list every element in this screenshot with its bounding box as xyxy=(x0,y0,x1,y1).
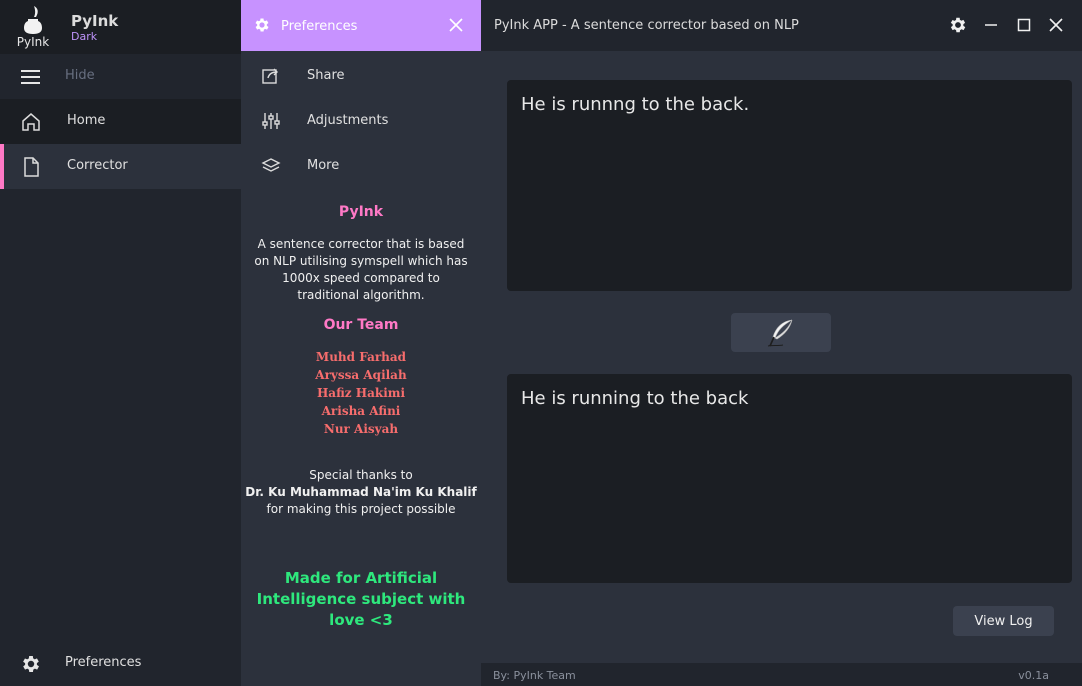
minimize-icon xyxy=(985,24,997,26)
gear-icon xyxy=(253,16,271,38)
version-label: v0.1a xyxy=(1018,669,1049,682)
preferences-panel: Preferences Share Adjustments More PyInk… xyxy=(241,0,481,686)
preferences-item-adjustments[interactable]: Adjustments xyxy=(241,99,481,144)
preferences-label: Preferences xyxy=(65,655,142,670)
sidebar-item-preferences[interactable]: Preferences xyxy=(0,641,241,686)
app-name: PyInk xyxy=(71,12,119,30)
preferences-item-share[interactable]: Share xyxy=(241,54,481,99)
maximize-icon xyxy=(1017,18,1031,32)
close-icon xyxy=(449,18,463,32)
team-title: Our Team xyxy=(323,317,399,333)
quill-icon xyxy=(767,319,793,347)
app-logo: PyInk xyxy=(14,5,52,49)
close-icon xyxy=(1049,18,1063,32)
window-title-bar: PyInk APP - A sentence corrector based o… xyxy=(481,0,1082,51)
sidebar-item-label: Corrector xyxy=(67,158,128,173)
sliders-icon xyxy=(261,111,281,135)
active-indicator xyxy=(0,144,4,189)
about-description: A sentence corrector that is based on NL… xyxy=(254,237,468,302)
settings-button[interactable] xyxy=(948,15,968,35)
hide-label: Hide xyxy=(65,68,95,83)
thanks-suffix: for making this project possible xyxy=(266,502,456,516)
sidebar-item-label: Home xyxy=(67,113,106,128)
maximize-button[interactable] xyxy=(1014,15,1034,35)
window-title: PyInk APP - A sentence corrector based o… xyxy=(494,18,799,33)
view-log-button[interactable]: View Log xyxy=(953,606,1054,636)
close-preferences-button[interactable] xyxy=(446,15,466,35)
close-window-button[interactable] xyxy=(1046,15,1066,35)
file-icon xyxy=(20,156,42,178)
input-text: He is runnng to the back. xyxy=(521,94,750,115)
input-text-area[interactable]: He is runnng to the back. xyxy=(507,80,1072,291)
output-text: He is running to the back xyxy=(521,388,749,409)
made-for-note: Made for Artificial Intelligence subject… xyxy=(256,569,466,629)
ink-bottle-icon xyxy=(24,6,42,34)
preferences-header: Preferences xyxy=(241,0,481,51)
sidebar-item-corrector[interactable]: Corrector xyxy=(0,144,241,189)
team-member: Hafiz Hakimi xyxy=(316,386,406,400)
team-member: Aryssa Aqilah xyxy=(315,368,407,382)
preferences-item-label: Adjustments xyxy=(307,113,389,128)
special-thanks: Special thanks to Dr. Ku Muhammad Na'im … xyxy=(241,467,481,518)
team-member: Nur Aisyah xyxy=(323,422,399,436)
preferences-item-more[interactable]: More xyxy=(241,144,481,189)
team-member: Arisha Afini xyxy=(321,404,401,418)
hamburger-menu-icon xyxy=(20,66,42,88)
sidebar-item-home[interactable]: Home xyxy=(0,99,241,144)
layers-icon xyxy=(261,156,281,180)
toggle-menu-button[interactable]: Hide xyxy=(0,54,241,99)
main-content: He is runnng to the back. He is running … xyxy=(481,51,1082,663)
gear-icon xyxy=(950,17,966,33)
output-text-area[interactable]: He is running to the back xyxy=(507,374,1072,583)
thanks-name: Dr. Ku Muhammad Na'im Ku Khalif xyxy=(245,485,477,499)
preferences-title: Preferences xyxy=(281,19,358,34)
thanks-prefix: Special thanks to xyxy=(309,468,413,482)
correct-button[interactable] xyxy=(731,313,831,352)
status-bar: By: PyInk Team v0.1a xyxy=(481,663,1082,686)
app-logo-area: PyInk PyInk Dark xyxy=(0,0,241,54)
preferences-item-label: More xyxy=(307,158,340,173)
logo-caption: PyInk xyxy=(16,35,50,49)
share-icon xyxy=(261,66,281,90)
left-sidebar: PyInk PyInk Dark Hide Home Corrector Pre… xyxy=(0,0,241,686)
gear-icon xyxy=(20,653,42,675)
minimize-button[interactable] xyxy=(981,15,1001,35)
home-icon xyxy=(20,111,42,133)
footer-credit: By: PyInk Team xyxy=(493,669,576,682)
team-member: Muhd Farhad xyxy=(315,350,407,364)
about-title: PyInk xyxy=(338,204,384,220)
app-theme-label: Dark xyxy=(71,30,98,43)
team-list: Muhd Farhad Aryssa Aqilah Hafiz Hakimi A… xyxy=(241,348,481,438)
preferences-item-label: Share xyxy=(307,68,345,83)
